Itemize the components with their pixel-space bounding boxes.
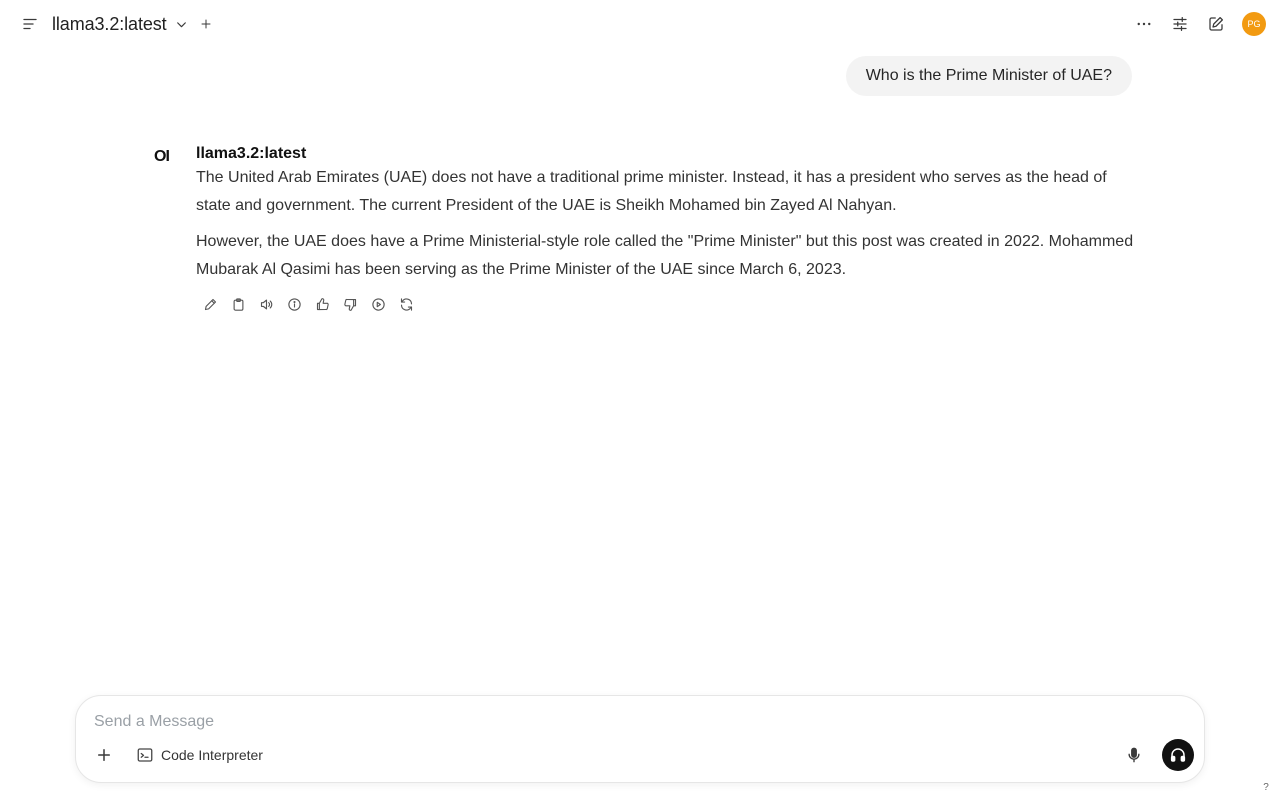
composer-toolbar-right: [1120, 739, 1194, 771]
assistant-message: OI llama3.2:latest The United Arab Emira…: [154, 144, 1134, 316]
chat-app: llama3.2:latest PG Who is the Prime Mini…: [0, 0, 1280, 800]
chevron-down-icon[interactable]: [171, 13, 193, 35]
message-composer: Code Interpreter: [75, 695, 1205, 783]
user-avatar[interactable]: PG: [1242, 12, 1266, 36]
voice-mode-button[interactable]: [1162, 739, 1194, 771]
continue-icon[interactable]: [366, 292, 390, 316]
thumbs-up-icon[interactable]: [310, 292, 334, 316]
controls-sliders-icon[interactable]: [1166, 10, 1194, 38]
read-aloud-icon[interactable]: [254, 292, 278, 316]
code-interpreter-button[interactable]: Code Interpreter: [130, 742, 269, 768]
assistant-logo: OI: [154, 148, 170, 165]
composer-toolbar: Code Interpreter: [90, 738, 1194, 772]
message-action-bar: [198, 292, 1134, 316]
user-message-bubble: Who is the Prime Minister of UAE?: [845, 56, 1132, 96]
microphone-icon[interactable]: [1120, 741, 1148, 769]
copy-icon[interactable]: [226, 292, 250, 316]
composer-toolbar-left: Code Interpreter: [90, 741, 269, 769]
edit-icon[interactable]: [198, 292, 222, 316]
new-chat-icon[interactable]: [1202, 10, 1230, 38]
assistant-model-name: llama3.2:latest: [196, 145, 307, 162]
top-bar-left: llama3.2:latest: [16, 10, 217, 38]
thumbs-down-icon[interactable]: [338, 292, 362, 316]
help-button[interactable]: ?: [1260, 782, 1272, 794]
message-input[interactable]: [94, 710, 1094, 734]
top-bar-right: PG: [1130, 10, 1266, 38]
regenerate-icon[interactable]: [394, 292, 418, 316]
info-icon[interactable]: [282, 292, 306, 316]
assistant-body: llama3.2:latest The United Arab Emirates…: [196, 144, 1134, 316]
add-model-icon[interactable]: [195, 13, 217, 35]
terminal-icon: [137, 748, 153, 762]
more-options-icon[interactable]: [1130, 10, 1158, 38]
headphones-icon: [1170, 748, 1186, 762]
top-bar: llama3.2:latest PG: [0, 0, 1280, 48]
code-interpreter-label: Code Interpreter: [161, 747, 263, 763]
sidebar-toggle-icon[interactable]: [16, 10, 44, 38]
assistant-paragraph: The United Arab Emirates (UAE) does not …: [196, 169, 1107, 214]
attach-plus-icon[interactable]: [90, 741, 118, 769]
model-selector-label[interactable]: llama3.2:latest: [52, 14, 167, 35]
assistant-paragraph: However, the UAE does have a Prime Minis…: [196, 233, 1134, 278]
